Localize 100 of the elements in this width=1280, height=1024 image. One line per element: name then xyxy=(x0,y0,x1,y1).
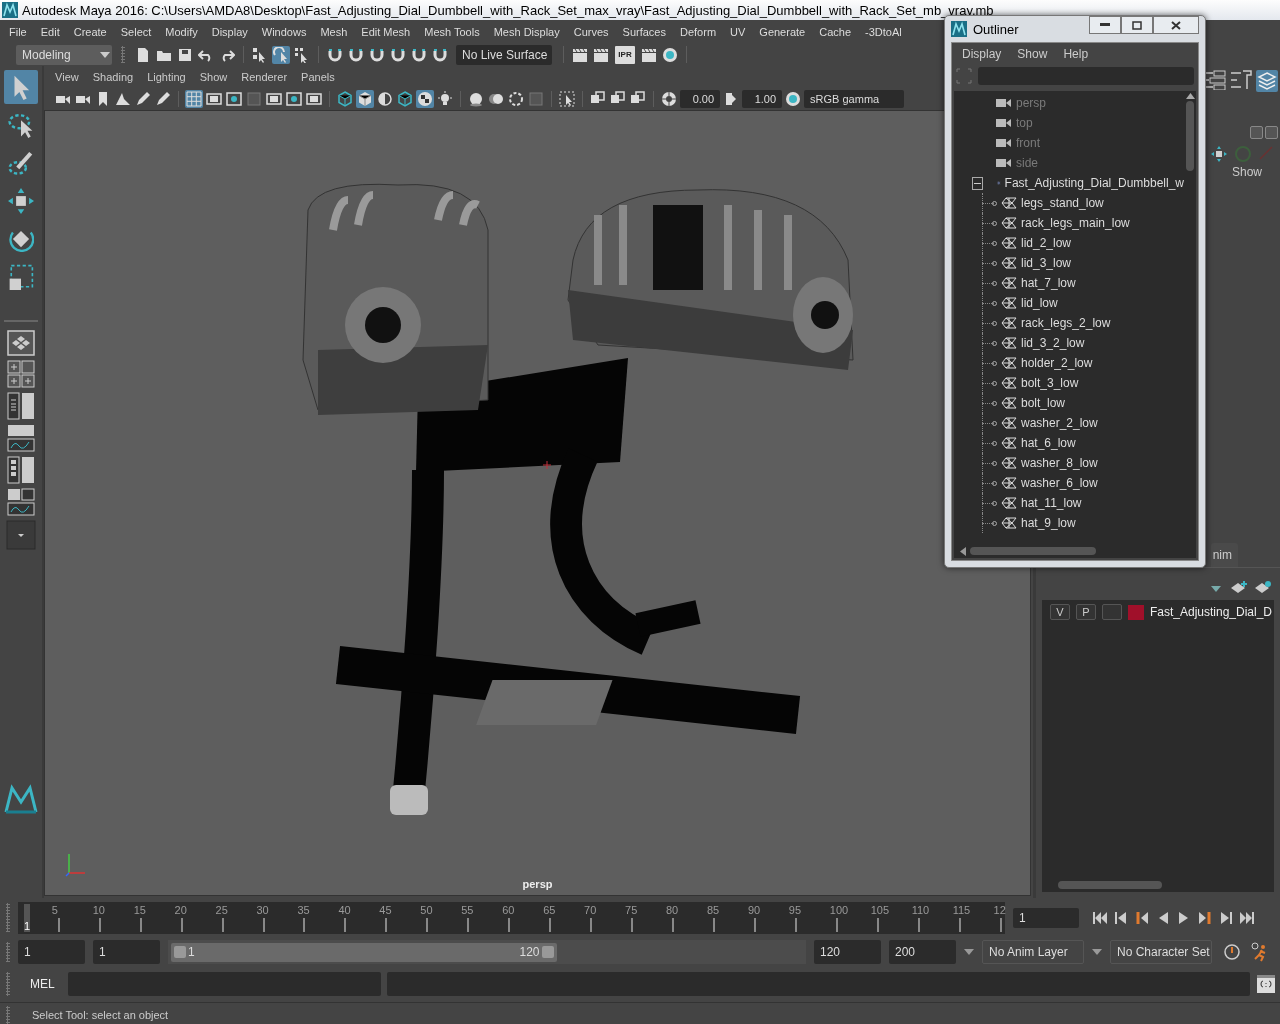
select-object-icon[interactable] xyxy=(272,45,290,64)
menu-item[interactable]: Display xyxy=(204,25,255,38)
panel-menu-item[interactable]: View xyxy=(48,71,86,83)
pencil-icon[interactable] xyxy=(154,90,173,108)
maximize-button[interactable] xyxy=(1121,16,1153,34)
menu-item[interactable]: File xyxy=(2,25,34,38)
layer-color-swatch[interactable] xyxy=(1127,604,1144,620)
half-sphere-icon[interactable] xyxy=(376,90,395,108)
four-pane-layout-icon[interactable] xyxy=(7,360,36,388)
minimize-icon[interactable] xyxy=(1100,23,1110,27)
channel-box-layers-icon[interactable] xyxy=(1256,70,1278,92)
horizontal-scrollbar[interactable] xyxy=(954,544,1196,558)
scrollbar-thumb[interactable] xyxy=(970,547,1096,555)
dropdown-arrow-icon[interactable] xyxy=(964,949,974,955)
new-layer-selected-icon[interactable] xyxy=(1254,580,1272,594)
exposure-field[interactable]: 0.00 xyxy=(680,90,721,108)
scroll-up-icon[interactable] xyxy=(1185,93,1195,99)
gamma-field[interactable]: 1.00 xyxy=(742,90,783,108)
menu-item[interactable]: Cache xyxy=(812,25,858,38)
tool-settings-icon[interactable] xyxy=(1230,70,1252,90)
script-editor-icon[interactable] xyxy=(1256,974,1276,994)
menu-item[interactable]: Modify xyxy=(158,25,205,38)
menu-item[interactable]: Generate xyxy=(752,25,813,38)
menu-item[interactable]: Edit xyxy=(33,25,67,38)
menu-item[interactable]: Help xyxy=(1055,47,1097,61)
show-menu[interactable]: Show xyxy=(1231,163,1280,179)
disc-icon[interactable] xyxy=(661,45,679,64)
menu-item[interactable]: Display xyxy=(954,47,1010,61)
hypershade-layout-icon[interactable] xyxy=(7,456,36,484)
time-slider[interactable]: 5 10 15 20 25 30 35 40 45 50 55 60 65 70 75 80 85 90 95 100 105 110 115 12 1 xyxy=(18,901,1005,934)
color-space-dropdown[interactable]: sRGB gamma xyxy=(804,90,905,108)
panel-menu-item[interactable]: Renderer xyxy=(234,71,295,83)
menu-item[interactable]: Select xyxy=(113,25,159,38)
field-chart-icon[interactable] xyxy=(265,90,284,108)
resolution-gate-icon[interactable] xyxy=(225,90,244,108)
menu-item[interactable]: Mesh Display xyxy=(486,25,567,38)
outliner-layout-icon[interactable] xyxy=(7,392,36,420)
select-tool-icon[interactable] xyxy=(4,70,39,104)
dropdown-arrow-icon[interactable] xyxy=(1092,949,1102,955)
single-pane-layout-icon[interactable] xyxy=(7,330,36,356)
end-frame-field[interactable]: 120 xyxy=(814,940,881,964)
close-button[interactable] xyxy=(1153,16,1199,34)
menu-item[interactable]: UV xyxy=(723,25,753,38)
menu-item[interactable]: -3DtoAl xyxy=(858,25,909,38)
current-frame-field[interactable]: 1 xyxy=(1013,907,1079,928)
minimize-button[interactable] xyxy=(1089,16,1121,34)
anim-end-field[interactable]: 200 xyxy=(889,940,956,964)
light-icon[interactable] xyxy=(436,90,455,108)
grid-icon[interactable] xyxy=(185,90,204,108)
ipr-render-button[interactable]: IPR xyxy=(615,45,635,64)
panel-menu-item[interactable]: Show xyxy=(192,71,235,83)
panel-menu-item[interactable]: Lighting xyxy=(140,71,193,83)
wireframe-cube-icon[interactable] xyxy=(396,90,415,108)
scroll-left-icon[interactable] xyxy=(960,546,966,556)
safe-title-icon[interactable] xyxy=(305,90,324,108)
custom-layout-icon[interactable] xyxy=(7,488,36,516)
menu-item[interactable]: Curves xyxy=(566,25,616,38)
close-icon[interactable] xyxy=(1171,20,1181,30)
exposure-icon[interactable] xyxy=(660,90,679,108)
filter-field[interactable] xyxy=(978,67,1194,85)
maximize-icon[interactable] xyxy=(1132,20,1142,30)
playback-toggle[interactable]: P xyxy=(1075,604,1096,620)
panel-menu-item[interactable]: Panels xyxy=(294,71,342,83)
dropdown-arrow-icon[interactable] xyxy=(100,51,110,58)
isolate-select-icon[interactable] xyxy=(558,90,577,108)
anim-start-field[interactable]: 1 xyxy=(93,940,160,964)
menu-item[interactable]: Deform xyxy=(673,25,724,38)
anim-layer-dropdown[interactable]: No Anim Layer xyxy=(982,940,1084,964)
new-layer-icon[interactable] xyxy=(1230,580,1248,594)
anim-tab[interactable]: nim xyxy=(1210,543,1238,567)
menu-item[interactable]: Mesh xyxy=(313,25,355,38)
menu-item[interactable]: Mesh Tools xyxy=(417,25,487,38)
menu-item[interactable]: Show xyxy=(1009,47,1056,61)
safe-action-icon[interactable] xyxy=(285,90,304,108)
scrollbar-thumb[interactable] xyxy=(1186,101,1194,171)
range-slider[interactable] xyxy=(171,942,557,962)
film-gate-icon[interactable] xyxy=(205,90,224,108)
command-language-label[interactable]: MEL xyxy=(22,977,62,991)
pencil-icon[interactable] xyxy=(134,90,153,108)
layer-name[interactable]: Fast_Adjusting_Dial_D xyxy=(1149,605,1272,619)
wireframe-cube-icon[interactable] xyxy=(336,90,355,108)
visibility-toggle[interactable]: V xyxy=(1049,604,1070,620)
reference-toggle[interactable] xyxy=(1101,604,1122,620)
start-frame-field[interactable]: 1 xyxy=(18,940,85,964)
panel-menu-item[interactable]: Shading xyxy=(85,71,141,83)
color-management-icon[interactable] xyxy=(784,90,803,108)
mode-dropdown[interactable]: Modeling xyxy=(16,44,112,65)
current-frame-marker[interactable]: 1 xyxy=(24,903,30,932)
graph-layout-icon[interactable] xyxy=(7,424,36,452)
live-surface-field[interactable]: No Live Surface xyxy=(456,44,552,65)
clock-icon[interactable] xyxy=(1222,942,1242,962)
dashed-ring-icon[interactable] xyxy=(507,90,526,108)
shaded-cube-icon[interactable] xyxy=(356,90,375,108)
menu-item[interactable]: Surfaces xyxy=(615,25,673,38)
attribute-editor-icon[interactable] xyxy=(1204,70,1226,90)
menu-item[interactable]: Windows xyxy=(254,25,314,38)
character-set-dropdown[interactable]: No Character Set xyxy=(1110,940,1212,964)
scrollbar-thumb[interactable] xyxy=(1057,881,1162,889)
command-input-field[interactable] xyxy=(68,972,381,996)
range-slider-track[interactable]: 1 120 xyxy=(168,940,806,964)
